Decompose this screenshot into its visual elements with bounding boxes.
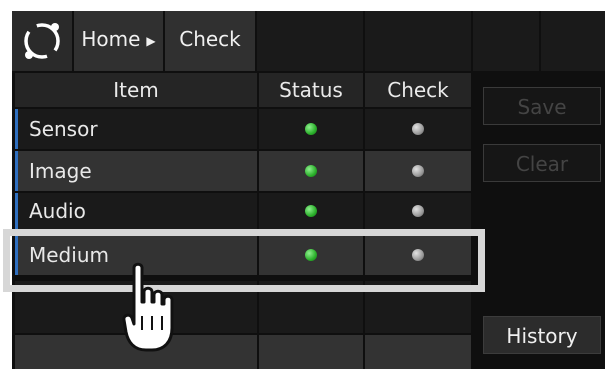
app-logo-icon[interactable] <box>12 11 74 71</box>
top-bar-cell <box>365 11 471 71</box>
row-accent-bar <box>15 151 18 191</box>
check-indicator-icon <box>412 123 424 135</box>
check-indicator-icon <box>412 165 424 177</box>
top-bar-cell <box>541 11 605 71</box>
status-cell <box>259 193 363 229</box>
table-row-sensor[interactable]: Sensor <box>12 109 472 149</box>
status-cell-empty <box>259 335 363 369</box>
column-header-item: Item <box>15 73 257 107</box>
save-button[interactable]: Save <box>483 87 601 125</box>
table-row-empty <box>12 335 472 369</box>
chevron-right-icon: ▶ <box>146 34 156 48</box>
row-highlight-frame <box>3 229 485 292</box>
table-row-audio[interactable]: Audio <box>12 193 472 229</box>
column-header-status: Status <box>259 73 363 107</box>
check-cell[interactable] <box>365 151 471 191</box>
status-indicator-icon <box>305 123 317 135</box>
pointing-hand-icon <box>122 262 174 352</box>
status-indicator-icon <box>305 205 317 217</box>
check-indicator-icon <box>412 205 424 217</box>
check-screen: Home ▶ Check Item Status Check Sensor Ima… <box>12 11 605 369</box>
top-bar-cell <box>473 11 539 71</box>
status-cell <box>259 151 363 191</box>
column-header-check: Check <box>365 73 471 107</box>
check-cell-empty <box>365 335 471 369</box>
row-label: Audio <box>15 193 257 229</box>
row-accent-bar <box>15 193 18 229</box>
clear-button[interactable]: Clear <box>483 144 601 182</box>
breadcrumb-home-label: Home <box>81 27 141 51</box>
row-accent-bar <box>15 109 18 149</box>
check-cell[interactable] <box>365 193 471 229</box>
row-label: Sensor <box>15 109 257 149</box>
table-row-image[interactable]: Image <box>12 151 472 191</box>
row-label: Image <box>15 151 257 191</box>
breadcrumb-current-label: Check <box>179 27 241 51</box>
breadcrumb-home[interactable]: Home ▶ <box>74 11 163 71</box>
status-cell <box>259 109 363 149</box>
status-indicator-icon <box>305 165 317 177</box>
check-cell[interactable] <box>365 109 471 149</box>
history-button[interactable]: History <box>483 316 601 354</box>
top-bar-cell <box>257 11 363 71</box>
breadcrumb-current: Check <box>165 11 255 71</box>
